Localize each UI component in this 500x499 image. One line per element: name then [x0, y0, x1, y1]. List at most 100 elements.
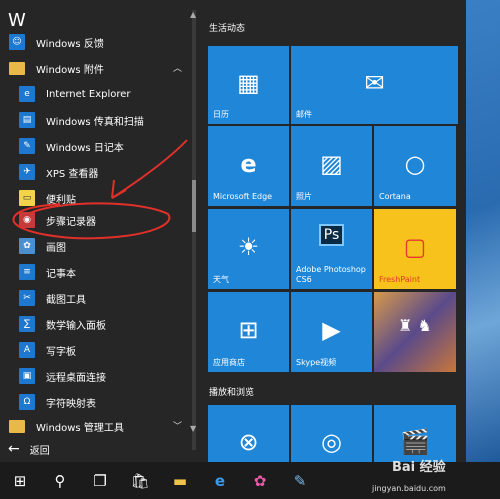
app-item-label: XPS 查看器 [46, 168, 99, 180]
app-item-xps-viewer[interactable]: ✈ XPS 查看器 [0, 159, 190, 185]
app-item-label: 便利贴 [46, 194, 76, 206]
app-item-label: 远程桌面连接 [46, 372, 106, 384]
photos-app-icon[interactable]: ✿ [240, 462, 280, 499]
tile-label: FreshPaint [379, 275, 421, 284]
notepad-icon: ≡ [18, 263, 36, 281]
wordpad-icon: A [18, 341, 36, 359]
app-item-internet-explorer[interactable]: e Internet Explorer [0, 81, 190, 107]
app-item-math-input[interactable]: ∑ 数学输入面板 [0, 311, 190, 337]
tile-mail[interactable]: ✉ 邮件 [291, 46, 458, 124]
app-item-label: Windows 附件 [36, 64, 104, 76]
app-item-label: 数学输入面板 [46, 320, 106, 332]
app-item-label: Internet Explorer [46, 88, 131, 100]
app-item-label: 写字板 [46, 346, 76, 358]
fax-scan-icon: ▤ [18, 111, 36, 129]
tile-store[interactable]: ⊞ 应用商店 [208, 292, 289, 372]
scroll-down-icon[interactable]: ▼ [190, 424, 196, 433]
calendar-icon: ▦ [237, 69, 260, 98]
app-folder-windows-accessories[interactable]: Windows 附件 ︿ [0, 55, 190, 81]
task-view-icon[interactable]: ❐ [80, 462, 120, 499]
weather-sun-icon: ☀ [237, 233, 260, 261]
app-item-notepad[interactable]: ≡ 记事本 [0, 259, 190, 285]
tile-label: 日历 [213, 110, 229, 119]
store-icon[interactable]: 🛍 [120, 462, 160, 499]
movies-tv-icon: 🎬 [400, 427, 430, 456]
scroll-up-icon[interactable]: ▲ [190, 10, 196, 19]
app-item-fax-scan[interactable]: ▤ Windows 传真和扫描 [0, 107, 190, 133]
search-icon[interactable]: ⚲ [40, 462, 80, 499]
tile-microsoft-edge[interactable]: e Microsoft Edge [208, 126, 289, 206]
freshpaint-icon: ▢ [403, 233, 427, 261]
app-item-label: Windows 管理工具 [36, 422, 124, 434]
journal-icon: ✎ [18, 137, 36, 155]
mail-icon: ✉ [364, 69, 385, 98]
remote-desktop-icon: ▣ [18, 367, 36, 385]
tile-cortana[interactable]: ○ Cortana [374, 126, 456, 206]
tile-group-title-play[interactable]: 播放和浏览 [209, 385, 254, 398]
tile-movies-tv[interactable]: 🎬 [374, 405, 456, 462]
watermark-brand: Bai 经验 [392, 460, 446, 475]
app-item-label: 步骤记录器 [46, 216, 96, 228]
tile-weather[interactable]: ☀ 天气 [208, 209, 289, 289]
tile-game-art[interactable]: ♜ ♞ [374, 292, 456, 372]
app-item-label: Windows 日记本 [46, 142, 124, 154]
section-letter[interactable]: W [8, 10, 26, 31]
chevron-down-icon: ﹀ [172, 422, 182, 432]
app-folder-windows-admin-tools[interactable]: Windows 管理工具 ﹀ [0, 413, 190, 439]
photos-icon: ▨ [320, 150, 343, 178]
app-item-paint[interactable]: ✿ 画图 [0, 233, 190, 259]
person-feedback-icon: ☺ [8, 33, 26, 51]
app-item-label: 字符映射表 [46, 398, 96, 410]
groove-music-icon: ◎ [321, 427, 342, 456]
tile-label: 照片 [296, 192, 312, 201]
game-art-icon: ♜ ♞ [398, 316, 432, 335]
scrollbar-thumb[interactable] [192, 180, 196, 232]
steps-recorder-icon: ◉ [18, 211, 36, 229]
start-menu: W ☺ Windows 反馈 Windows 附件 ︿ e Internet E… [0, 0, 466, 462]
app-item-wordpad[interactable]: A 写字板 [0, 337, 190, 363]
tile-freshpaint[interactable]: ▢ FreshPaint [374, 209, 456, 289]
start-icon[interactable]: ⊞ [0, 462, 40, 499]
folder-icon [8, 417, 26, 435]
app-item-character-map[interactable]: Ω 字符映射表 [0, 389, 190, 415]
app-item-windows-feedback[interactable]: ☺ Windows 反馈 [0, 29, 190, 55]
app-item-journal[interactable]: ✎ Windows 日记本 [0, 133, 190, 159]
tile-photos[interactable]: ▨ 照片 [291, 126, 372, 206]
back-arrow-icon: ← [8, 441, 20, 457]
file-explorer-icon[interactable]: ▬ [160, 462, 200, 499]
app-item-remote-desktop[interactable]: ▣ 远程桌面连接 [0, 363, 190, 389]
xps-viewer-icon: ✈ [18, 163, 36, 181]
tile-xbox[interactable]: ⊗ [208, 405, 289, 462]
chevron-up-icon: ︿ [172, 64, 182, 74]
store-icon: ⊞ [238, 316, 259, 344]
xbox-icon: ⊗ [238, 427, 259, 456]
desktop-background [466, 0, 500, 462]
snipping-tool-icon: ✂ [18, 289, 36, 307]
tile-label: Skype视频 [296, 358, 337, 367]
watermark-url: jingyan.baidu.com [372, 484, 446, 493]
photoshop-icon: Ps [291, 223, 372, 246]
app-item-steps-recorder[interactable]: ◉ 步骤记录器 [0, 207, 190, 233]
tile-label: 天气 [213, 275, 229, 284]
app-list: W ☺ Windows 反馈 Windows 附件 ︿ e Internet E… [0, 0, 196, 462]
back-button[interactable]: ← 返回 [8, 441, 50, 457]
internet-explorer-icon: e [18, 85, 36, 103]
tile-label: Cortana [379, 192, 411, 201]
math-input-icon: ∑ [18, 315, 36, 333]
tile-calendar[interactable]: ▦ 日历 [208, 46, 289, 124]
app-item-label: 截图工具 [46, 294, 86, 306]
character-map-icon: Ω [18, 393, 36, 411]
back-label: 返回 [29, 445, 50, 457]
edge-icon: e [240, 150, 257, 178]
tile-skype-video[interactable]: ▶ Skype视频 [291, 292, 372, 372]
app-item-label: Windows 传真和扫描 [46, 116, 144, 128]
edge-icon[interactable]: e [200, 462, 240, 499]
app-item-label: 画图 [46, 242, 66, 254]
tile-group-title-life[interactable]: 生活动态 [209, 21, 245, 34]
app-item-snipping-tool[interactable]: ✂ 截图工具 [0, 285, 190, 311]
paint-icon[interactable]: ✎ [280, 462, 320, 499]
paint-icon: ✿ [18, 237, 36, 255]
tile-label: Microsoft Edge [213, 192, 273, 201]
tile-groove-music[interactable]: ◎ [291, 405, 372, 462]
tile-photoshop[interactable]: Ps Adobe Photoshop CS6 [291, 209, 372, 289]
